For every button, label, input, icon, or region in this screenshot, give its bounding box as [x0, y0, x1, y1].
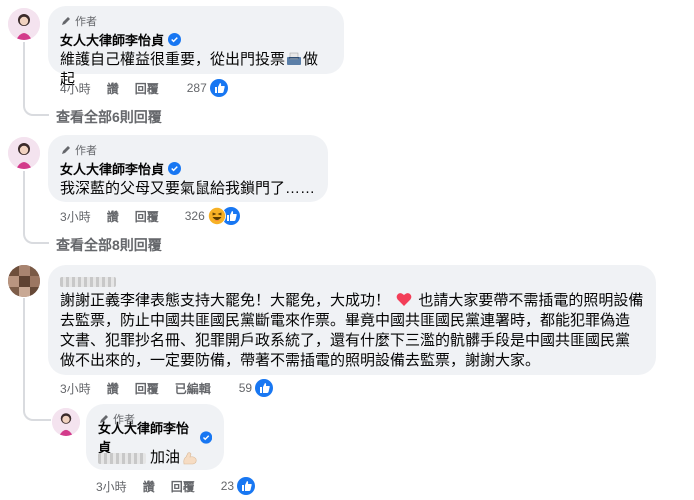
comment-text-continued: 也請大家要帶不需插電的照明設備 [418, 292, 644, 309]
author-badge: 作者 [60, 143, 316, 157]
commenter-name[interactable] [60, 273, 644, 287]
author-avatar[interactable] [52, 408, 80, 436]
like-reaction-icon [209, 79, 228, 97]
view-all-replies-link[interactable]: 查看全部8則回覆 [56, 235, 162, 255]
author-name[interactable]: 女人大律師李怡貞 [60, 30, 164, 49]
author-name[interactable]: 女人大律師李怡貞 [60, 159, 164, 178]
view-all-replies-link[interactable]: 查看全部6則回覆 [56, 107, 162, 127]
thread-connector [23, 171, 49, 244]
verified-badge-icon [168, 32, 182, 46]
comment-actions: 4小時 讚 回覆 287 [60, 78, 228, 98]
verified-badge-icon [199, 430, 212, 444]
reply-bubble: 作者 女人大律師李怡貞 加油 [86, 404, 224, 470]
reaction-count: 59 [238, 381, 253, 395]
author-badge: 作者 [60, 14, 332, 28]
author-avatar[interactable] [8, 137, 40, 169]
author-avatar-image [8, 137, 40, 169]
redacted-mention[interactable] [98, 452, 146, 464]
author-avatar[interactable] [8, 8, 40, 40]
comment-text: 我深藍的父母又要氣鼠給我鎖門了…… [60, 180, 316, 197]
comment-actions: 3小時 讚 回覆 326 [60, 206, 240, 226]
reply-button[interactable]: 回覆 [135, 208, 159, 225]
flexed-biceps-icon [183, 451, 197, 464]
like-button[interactable]: 讚 [107, 80, 119, 97]
like-reaction-icon [237, 477, 256, 495]
red-heart-icon [396, 293, 412, 306]
comment-time[interactable]: 3小時 [60, 380, 91, 397]
reaction-summary[interactable]: 326 [185, 207, 240, 225]
comment-time[interactable]: 4小時 [60, 80, 91, 97]
author-badge-label: 作者 [75, 145, 97, 157]
reaction-count: 287 [186, 81, 207, 95]
verified-badge-icon [168, 161, 182, 175]
comment-time[interactable]: 3小時 [60, 208, 91, 225]
comment-actions: 3小時 讚 回覆 已編輯 59 [60, 378, 274, 398]
reply-connector [23, 298, 51, 421]
author-badge-label: 作者 [75, 16, 97, 28]
edited-label[interactable]: 已編輯 [175, 380, 211, 397]
commenter-avatar-image [8, 265, 40, 297]
like-button[interactable]: 讚 [107, 380, 119, 397]
comment-text: 謝謝正義李律表態支持大罷免！大罷免，大成功！ [60, 292, 391, 309]
author-avatar-image [52, 408, 80, 436]
pen-icon [62, 146, 70, 154]
reply-time[interactable]: 3小時 [96, 478, 127, 495]
reaction-count: 326 [184, 209, 205, 223]
haha-reaction-icon [207, 207, 226, 225]
reaction-summary[interactable]: 287 [187, 79, 228, 97]
ballot-box-icon [287, 52, 302, 65]
redacted-name [60, 276, 116, 287]
like-button[interactable]: 讚 [107, 208, 119, 225]
comment-text-rest: 去監票，防止中國共匪國民黨斷電來作票。畢竟中國共匪國民黨連署時，都能犯罪偽造文書… [60, 312, 631, 369]
commenter-avatar[interactable] [8, 265, 40, 297]
reply-text: 加油 [150, 449, 181, 466]
comment-bubble: 作者 女人大律師李怡貞 我深藍的父母又要氣鼠給我鎖門了…… [48, 135, 328, 202]
reaction-summary[interactable]: 59 [238, 379, 274, 397]
pen-icon [62, 17, 70, 25]
reply-button[interactable]: 回覆 [171, 478, 195, 495]
reaction-summary[interactable]: 23 [220, 477, 256, 495]
comment-bubble: 作者 女人大律師李怡貞 維護自己權益很重要，從出門投票 做起 [48, 6, 344, 88]
like-reaction-icon [255, 379, 274, 397]
thread-connector [23, 42, 49, 116]
reply-button[interactable]: 回覆 [135, 380, 159, 397]
comment-text: 維護自己權益很重要，從出門投票 [60, 51, 286, 68]
reaction-count: 23 [220, 479, 235, 493]
reply-button[interactable]: 回覆 [135, 80, 159, 97]
comment-bubble: 謝謝正義李律表態支持大罷免！大罷免，大成功！ 也請大家要帶不需插電的照明設備 去… [48, 265, 656, 375]
author-avatar-image [8, 8, 40, 40]
like-button[interactable]: 讚 [143, 478, 155, 495]
reply-actions: 3小時 讚 回覆 23 [96, 476, 256, 496]
